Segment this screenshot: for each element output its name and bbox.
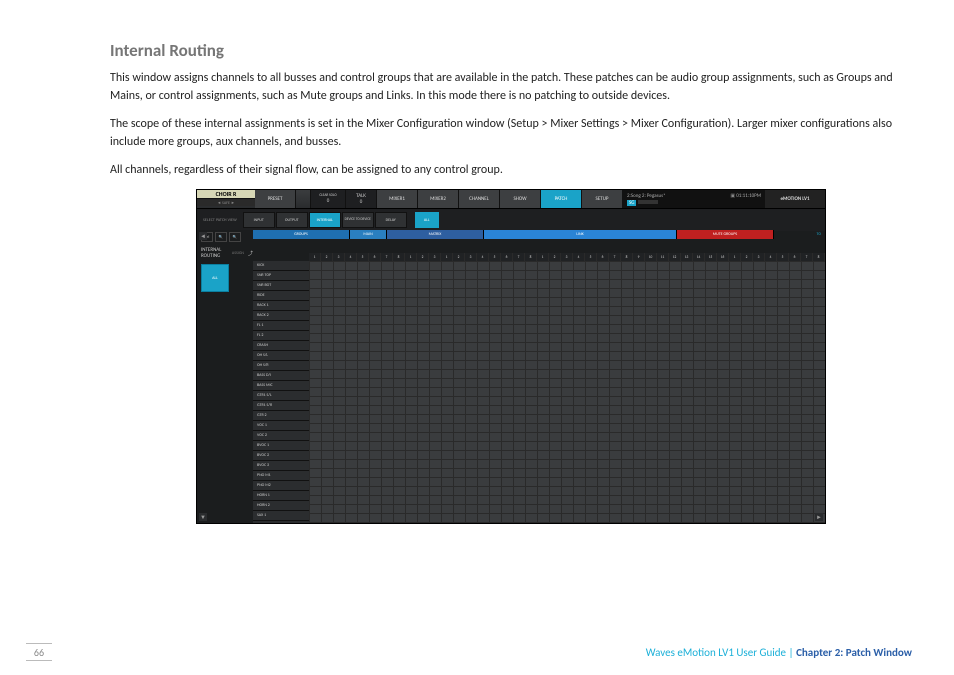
row-bvoc-2[interactable]: BVOC 2: [253, 451, 309, 461]
paragraph-2: The scope of these internal assignments …: [110, 115, 912, 151]
safe-indicator: ◄ SAFE ►: [197, 198, 255, 206]
row-horn-1[interactable]: HORN 1: [253, 491, 309, 501]
row-voc-1[interactable]: VOC 1: [253, 421, 309, 431]
page-footer: 66 Waves eMotion LV1 User Guide | Chapte…: [0, 643, 912, 661]
footer-sep: |: [786, 646, 796, 659]
scroll-down-icon[interactable]: ▼: [199, 513, 207, 521]
row-fl-1[interactable]: FL 1: [253, 321, 309, 331]
patch-view-delay[interactable]: DELAY: [375, 212, 407, 228]
select-patch-view-label: SELECT PATCH VIEW: [203, 218, 237, 223]
sg-badge: SG: [627, 200, 636, 206]
channel-title: CHOIR R: [197, 190, 255, 198]
tab-channel[interactable]: CHANNEL: [459, 190, 500, 208]
talk-count: 0: [360, 199, 363, 205]
scroll-right-icon[interactable]: ►: [815, 513, 823, 521]
row-bvoc-3[interactable]: BVOC 3: [253, 461, 309, 471]
tab-mixer1[interactable]: MIXER1: [377, 190, 418, 208]
row-oh-s-l[interactable]: OH S/L: [253, 351, 309, 361]
paragraph-3: All channels, regardless of their signal…: [110, 161, 912, 179]
paragraph-1: This window assigns channels to all buss…: [110, 69, 912, 105]
routing-grid: GROUPSMAINMATRIXLINKMUTE GROUPS Del 🔍 🔍 …: [197, 230, 825, 523]
patch-view-input[interactable]: INPUT: [243, 212, 275, 228]
song-name: 2:Song 2: Pegasus*: [627, 193, 666, 199]
scroll-left-icon[interactable]: ◄: [199, 232, 207, 240]
tab-setup[interactable]: SETUP: [582, 190, 623, 208]
internal-routing-label: INTERNAL ROUTING: [201, 247, 228, 259]
footer-guide-title: Waves eMotion LV1 User Guide: [646, 646, 786, 659]
row-sax-1[interactable]: SAX 1: [253, 511, 309, 521]
row-oh-s-r[interactable]: OH S/R: [253, 361, 309, 371]
tab-patch[interactable]: PATCH: [541, 190, 582, 208]
row-bvoc-1[interactable]: BVOC 1: [253, 441, 309, 451]
zoom-icon[interactable]: 🔍: [215, 232, 227, 242]
row-horn-2[interactable]: HORN 2: [253, 501, 309, 511]
patch-view-device-to-device[interactable]: DEVICE TO DEVICE: [342, 212, 374, 228]
row-crash[interactable]: CRASH: [253, 341, 309, 351]
row-ride[interactable]: RIDE: [253, 291, 309, 301]
clear-solo-count: 0: [327, 198, 330, 204]
row-voc-2[interactable]: VOC 2: [253, 431, 309, 441]
row-snr-top[interactable]: SNR TOP: [253, 271, 309, 281]
row-rack-2[interactable]: RACK 2: [253, 311, 309, 321]
row-fl-2[interactable]: FL 2: [253, 331, 309, 341]
row-pno-m1[interactable]: PNO M1: [253, 471, 309, 481]
preset-button[interactable]: PRESET: [255, 190, 296, 208]
row-sax-2[interactable]: SAX 2: [253, 521, 309, 523]
tab-show[interactable]: SHOW: [500, 190, 541, 208]
app-topbar: CHOIR R ◄ SAFE ► PRESET CLEAR SOLO 0 TAL…: [197, 190, 825, 209]
row-bass-d-i[interactable]: BASS D/I: [253, 371, 309, 381]
row-snr-bot[interactable]: SNR BOT: [253, 281, 309, 291]
footer-chapter: Chapter 2: Patch Window: [796, 646, 912, 659]
row-pno-m2[interactable]: PNO M2: [253, 481, 309, 491]
page-number: 66: [26, 643, 52, 661]
section-heading: Internal Routing: [110, 40, 912, 61]
zoom2-icon[interactable]: 🔍: [229, 232, 241, 242]
clear-solo-button[interactable]: CLEAR SOLO 0: [311, 190, 346, 208]
tab-mixer2[interactable]: MIXER2: [418, 190, 459, 208]
grid-side-column: Del 🔍 🔍 INTERNAL ROUTING ASSIGN ⤴ ALL: [197, 230, 253, 523]
grid-cells[interactable]: [309, 261, 825, 523]
row-kick[interactable]: KICK: [253, 261, 309, 271]
row-gtr-2[interactable]: GTR 2: [253, 411, 309, 421]
patch-view-internal[interactable]: INTERNAL: [309, 212, 341, 228]
screenshot-internal-routing: CHOIR R ◄ SAFE ► PRESET CLEAR SOLO 0 TAL…: [196, 189, 826, 524]
talk-button[interactable]: TALK 0: [346, 190, 377, 208]
brand-logo: eMOTION LV1: [765, 190, 825, 208]
song-info: 2:Song 2: Pegasus* ▣ 01:11:10PM SG: [623, 190, 765, 208]
all-filter-pill[interactable]: ALL: [415, 212, 439, 228]
clock: 01:11:10PM: [736, 193, 761, 199]
patch-view-output[interactable]: OUTPUT: [276, 212, 308, 228]
row-bass-mic[interactable]: BASS MIC: [253, 381, 309, 391]
row-gtr1-s-l[interactable]: GTR1 S/L: [253, 391, 309, 401]
all-rows-button[interactable]: ALL: [201, 264, 229, 292]
to-label: TO: [817, 232, 821, 237]
row-gtr1-s-r[interactable]: GTR1 S/R: [253, 401, 309, 411]
assign-label: ASSIGN: [232, 251, 244, 256]
row-rack-1[interactable]: RACK 1: [253, 301, 309, 311]
select-patch-view-row: SELECT PATCH VIEW INPUTOUTPUTINTERNALDEV…: [197, 209, 825, 231]
